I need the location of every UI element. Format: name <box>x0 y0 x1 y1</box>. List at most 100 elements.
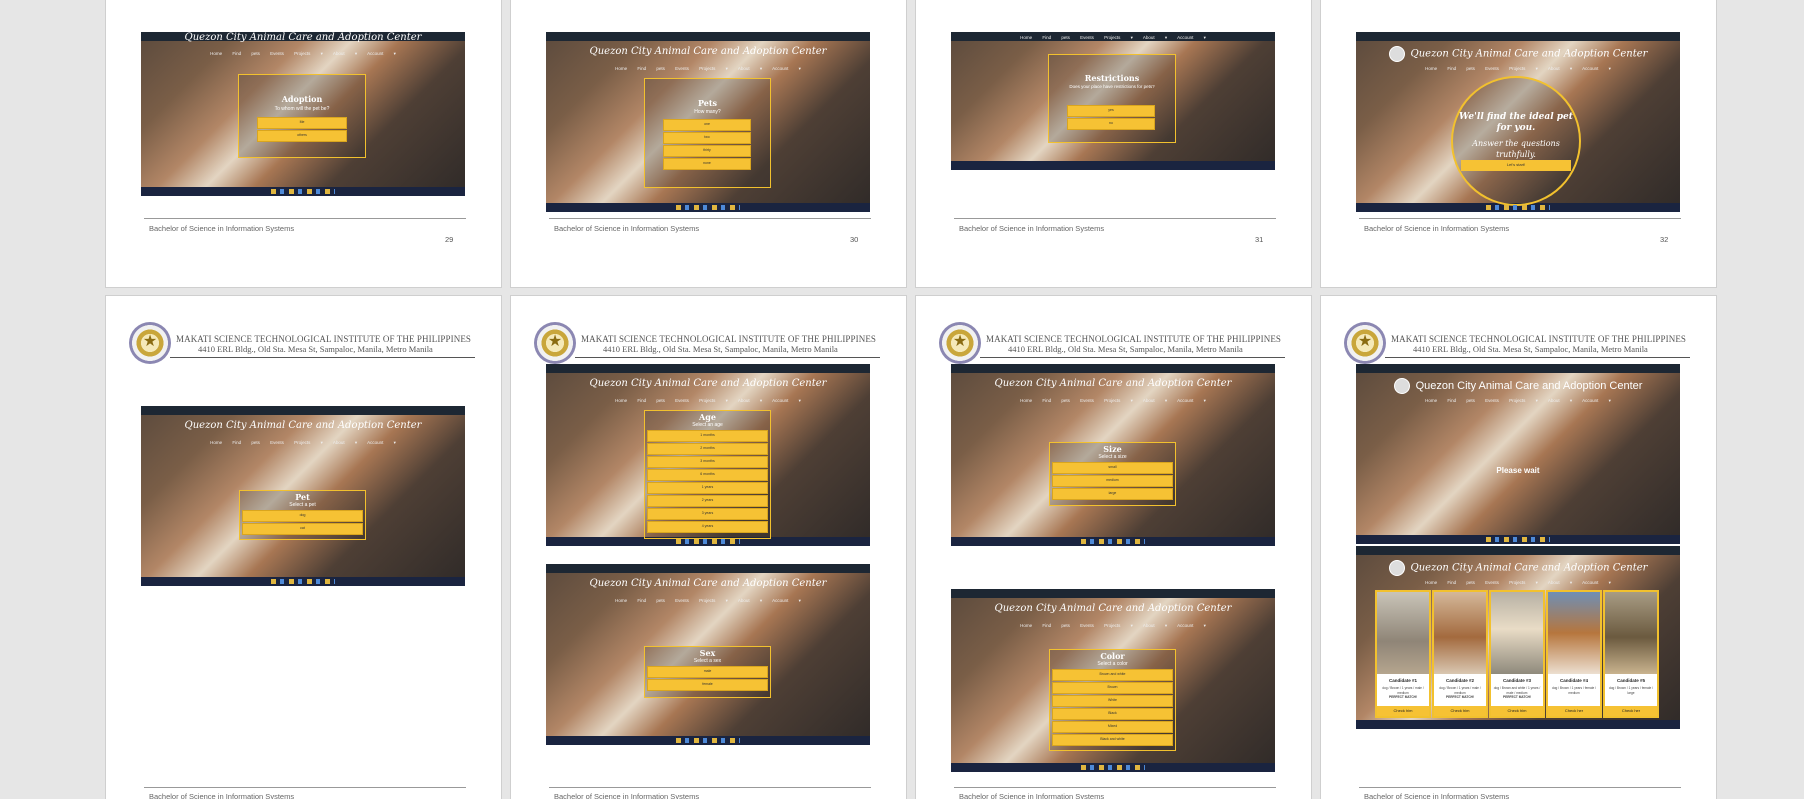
footer-text: Bachelor of Science in Information Syste… <box>1364 792 1510 799</box>
candidate-card[interactable]: Candidate #3 dog / Brown and white / 1 y… <box>1489 590 1545 718</box>
pet-dialog: Pet Select a pet dog cat <box>239 490 366 540</box>
lets-start-button[interactable]: Let's start! <box>1461 160 1571 171</box>
option-button[interactable]: White <box>1052 695 1173 707</box>
document-page-33[interactable]: ★ MAKATI SCIENCE TECHNOLOGICAL INSTITUTE… <box>106 296 501 799</box>
candidate-name: Candidate #2 <box>1445 678 1474 683</box>
option-button[interactable]: 2 years <box>647 495 768 507</box>
site-logo-icon <box>1388 560 1405 576</box>
taskbar-icons <box>1080 765 1146 770</box>
check-candidate-button[interactable]: Check him <box>1434 706 1486 716</box>
option-button[interactable]: medium <box>1052 475 1173 487</box>
candidate-card[interactable]: Candidate #1 dog / Brown / 1 years / mal… <box>1375 590 1431 718</box>
dialog-question: How many? <box>694 109 721 115</box>
option-button[interactable]: 6 months <box>647 469 768 481</box>
site-nav: Home Find pets Events Projects ▾ About ▾… <box>1020 398 1206 403</box>
option-button[interactable]: none <box>663 158 751 170</box>
site-title: Quezon City Animal Care and Adoption Cen… <box>184 32 422 43</box>
option-button[interactable]: one <box>663 119 751 131</box>
site-title: Quezon City Animal Care and Adoption Cen… <box>994 378 1232 389</box>
site-nav: Home Find pets Events Projects ▾ About ▾… <box>1020 35 1206 40</box>
candidate-photo <box>1377 592 1429 674</box>
site-title-text: Quezon City Animal Care and Adoption Cen… <box>1410 48 1648 60</box>
document-page-35[interactable]: ★ MAKATI SCIENCE TECHNOLOGICAL INSTITUTE… <box>916 296 1311 799</box>
dialog-title: Size <box>1103 444 1122 454</box>
document-page-32[interactable]: Quezon City Animal Care and Adoption Cen… <box>1321 0 1716 287</box>
header-address: 4410 ERL Bldg., Old Sta. Mesa St, Sampal… <box>603 344 838 354</box>
site-logo-icon <box>1393 378 1410 394</box>
header-title: MAKATI SCIENCE TECHNOLOGICAL INSTITUTE O… <box>581 334 877 344</box>
option-button[interactable]: 1 months <box>647 430 768 442</box>
match-badge: PERFECT MATCH! <box>1388 695 1418 699</box>
dialog-question: Does your place have restrictions for pe… <box>1069 84 1155 89</box>
institute-seal-icon: ★ <box>129 322 171 364</box>
site-title: Quezon City Animal Care and Adoption Cen… <box>1356 46 1680 62</box>
size-dialog: Size Select a size small medium large <box>1049 442 1176 506</box>
header-line <box>1385 357 1690 358</box>
option-button[interactable]: 3 months <box>647 456 768 468</box>
dialog-question: Select a pet <box>289 502 316 508</box>
restrictions-dialog: Restrictions Does your place have restri… <box>1048 54 1176 143</box>
site-nav: Home Find pets Events Projects ▾ About ▾… <box>1425 66 1611 71</box>
candidate-details: dog / Brown / 1 years / female / large <box>1608 686 1654 695</box>
check-candidate-button[interactable]: Check him <box>1491 706 1543 716</box>
candidate-card[interactable]: Candidate #2 dog / Brown / 1 years / mal… <box>1432 590 1488 718</box>
site-title: Quezon City Animal Care and Adoption Cen… <box>1356 560 1680 576</box>
site-title: Quezon City Animal Care and Adoption Cen… <box>589 378 827 389</box>
screenshot-intro: Quezon City Animal Care and Adoption Cen… <box>1356 32 1680 212</box>
document-page-36[interactable]: ★ MAKATI SCIENCE TECHNOLOGICAL INSTITUTE… <box>1321 296 1716 799</box>
dialog-title: Adoption <box>281 94 323 104</box>
option-button[interactable]: two <box>663 132 751 144</box>
taskbar-icons <box>1485 205 1551 210</box>
option-button[interactable]: Brown <box>1052 682 1173 694</box>
screenshot-please-wait: Quezon City Animal Care and Adoption Cen… <box>1356 364 1680 544</box>
footer-text: Bachelor of Science in Information Syste… <box>149 224 295 233</box>
dialog-title: Sex <box>699 648 716 658</box>
header-title: MAKATI SCIENCE TECHNOLOGICAL INSTITUTE O… <box>176 334 472 344</box>
option-button[interactable]: Brown and white <box>1052 669 1173 681</box>
candidate-details: dog / Brown / 1 years / female / medium <box>1551 686 1597 695</box>
option-button[interactable]: 4 years <box>647 521 768 533</box>
option-button[interactable]: large <box>1052 488 1173 500</box>
dialog-question: Select a size <box>1098 454 1127 460</box>
option-button[interactable]: female <box>647 679 768 691</box>
check-candidate-button[interactable]: Check him <box>1377 706 1429 716</box>
option-button[interactable]: cat <box>242 523 363 535</box>
document-page-29[interactable]: Quezon City Animal Care and Adoption Cen… <box>106 0 501 287</box>
candidate-photo <box>1491 592 1543 674</box>
dialog-title: Pet <box>295 492 310 502</box>
header-address: 4410 ERL Bldg., Old Sta. Mesa St, Sampal… <box>1413 344 1648 354</box>
header-line <box>575 357 880 358</box>
site-title: Quezon City Animal Care and Adoption Cen… <box>589 46 827 57</box>
page-number: 32 <box>1660 235 1669 244</box>
candidate-name: Candidate #5 <box>1616 678 1645 683</box>
document-page-31[interactable]: Home Find pets Events Projects ▾ About ▾… <box>916 0 1311 287</box>
option-button[interactable]: no <box>1067 118 1155 130</box>
candidate-card[interactable]: Candidate #5 dog / Brown / 1 years / fem… <box>1603 590 1659 718</box>
color-dialog: Color Select a color Brown and white Bro… <box>1049 649 1176 751</box>
document-page-30[interactable]: Quezon City Animal Care and Adoption Cen… <box>511 0 906 287</box>
screenshot-adoption: Quezon City Animal Care and Adoption Cen… <box>141 32 465 196</box>
option-button[interactable]: Mixed <box>1052 721 1173 733</box>
option-button[interactable]: 1 years <box>647 482 768 494</box>
sex-dialog: Sex Select a sex male female <box>644 646 771 698</box>
option-button[interactable]: Black and white <box>1052 734 1173 746</box>
candidate-details: dog / Brown / 1 years / male / medium <box>1439 686 1481 695</box>
check-candidate-button[interactable]: Check her <box>1605 706 1657 716</box>
document-page-34[interactable]: ★ MAKATI SCIENCE TECHNOLOGICAL INSTITUTE… <box>511 296 906 799</box>
option-button[interactable]: 2 months <box>647 443 768 455</box>
option-button[interactable]: others <box>257 130 347 142</box>
candidate-photo <box>1434 592 1486 674</box>
candidate-card[interactable]: Candidate #4 dog / Brown / 1 years / fem… <box>1546 590 1602 718</box>
option-button[interactable]: dog <box>242 510 363 522</box>
site-logo-icon <box>1388 46 1405 62</box>
option-button[interactable]: small <box>1052 462 1173 474</box>
option-button[interactable]: Black <box>1052 708 1173 720</box>
option-button[interactable]: Me <box>257 117 347 129</box>
option-button[interactable]: male <box>647 666 768 678</box>
option-button[interactable]: yes <box>1067 105 1155 117</box>
site-title: Quezon City Animal Care and Adoption Cen… <box>589 578 827 589</box>
check-candidate-button[interactable]: Check her <box>1548 706 1600 716</box>
site-nav: Home Find pets Events Projects ▾ About ▾… <box>1020 623 1206 628</box>
option-button[interactable]: thirty <box>663 145 751 157</box>
option-button[interactable]: 3 years <box>647 508 768 520</box>
